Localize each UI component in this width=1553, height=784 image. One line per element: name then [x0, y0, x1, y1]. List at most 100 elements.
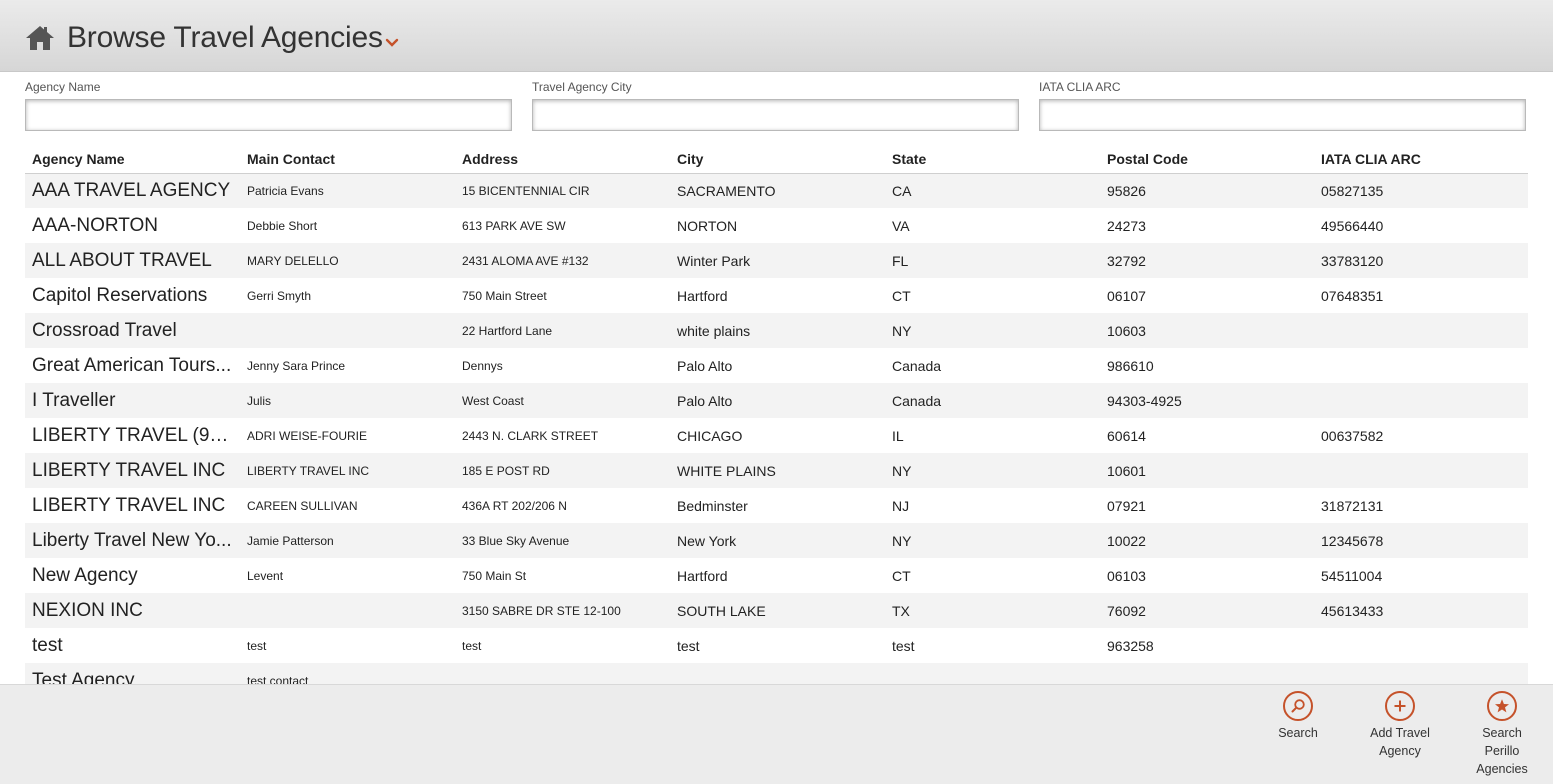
- cell-iata: 00637582: [1314, 418, 1528, 453]
- cell-city: Palo Alto: [670, 348, 885, 383]
- search-icon-circle: [1283, 691, 1313, 721]
- cell-state: NY: [885, 523, 1100, 558]
- table-row[interactable]: Crossroad Travel 22 Hartford Lane white pl…: [25, 313, 1528, 348]
- cell-iata: 45613433: [1314, 593, 1528, 628]
- table-row[interactable]: Great American Tours... Jenny Sara Prince…: [25, 348, 1528, 383]
- city-input[interactable]: [532, 99, 1019, 131]
- add-travel-agency-label: Add Travel Agency: [1355, 724, 1445, 760]
- cell-address: 750 Main Street: [455, 278, 670, 313]
- city-filter: Travel Agency City: [532, 79, 1019, 131]
- cell-city: SOUTH LAKE: [670, 593, 885, 628]
- filter-bar: Agency Name Travel Agency City IATA CLIA…: [25, 79, 1527, 133]
- cell-postal-code: 06107: [1100, 278, 1314, 313]
- cell-city: NORTON: [670, 208, 885, 243]
- cell-address: Dennys: [455, 348, 670, 383]
- cell-address: West Coast: [455, 383, 670, 418]
- add-travel-agency-button[interactable]: Add Travel Agency: [1355, 691, 1445, 760]
- cell-main-contact: test: [240, 628, 455, 663]
- cell-iata: 49566440: [1314, 208, 1528, 243]
- cell-main-contact: MARY DELELLO: [240, 243, 455, 278]
- cell-state: [885, 663, 1100, 684]
- table-row[interactable]: LIBERTY TRAVEL INC CAREEN SULLIVAN 436A RT…: [25, 488, 1528, 523]
- cell-state: FL: [885, 243, 1100, 278]
- agency-table: Agency Name Main Contact Address City St…: [25, 146, 1528, 684]
- table-row[interactable]: I Traveller Julis West Coast Palo Alto Canad…: [25, 383, 1528, 418]
- cell-iata: 33783120: [1314, 243, 1528, 278]
- cell-main-contact: Levent: [240, 558, 455, 593]
- cell-postal-code: 60614: [1100, 418, 1314, 453]
- cell-postal-code: 10601: [1100, 453, 1314, 488]
- table-row[interactable]: test test test test test 963258: [25, 628, 1528, 663]
- cell-state: NY: [885, 453, 1100, 488]
- page-title: Browse Travel Agencies: [67, 21, 383, 54]
- cell-iata: 05827135: [1314, 173, 1528, 208]
- column-header-iata[interactable]: IATA CLIA ARC: [1314, 146, 1528, 174]
- chevron-down-icon[interactable]: [385, 38, 399, 48]
- table-row[interactable]: AAA TRAVEL AGENCY Patricia Evans 15 BICENT…: [25, 173, 1528, 208]
- table-row[interactable]: Test Agency test contact: [25, 663, 1528, 684]
- cell-iata: [1314, 453, 1528, 488]
- cell-state: CT: [885, 558, 1100, 593]
- cell-agency-name: Liberty Travel New Yo...: [25, 523, 240, 558]
- table-row[interactable]: Capitol Reservations Gerri Smyth 750 Main …: [25, 278, 1528, 313]
- cell-state: test: [885, 628, 1100, 663]
- cell-main-contact: test contact: [240, 663, 455, 684]
- agency-name-label: Agency Name: [25, 80, 101, 94]
- plus-icon-circle: [1385, 691, 1415, 721]
- cell-address: 2431 ALOMA AVE #132: [455, 243, 670, 278]
- column-header-state[interactable]: State: [885, 146, 1100, 174]
- cell-main-contact: LIBERTY TRAVEL INC: [240, 453, 455, 488]
- cell-address: 2443 N. CLARK STREET: [455, 418, 670, 453]
- cell-agency-name: New Agency: [25, 558, 240, 593]
- cell-agency-name: LIBERTY TRAVEL INC: [25, 453, 240, 488]
- search-button[interactable]: Search: [1253, 691, 1343, 742]
- table-row[interactable]: LIBERTY TRAVEL (988) ADRI WEISE-FOURIE 244…: [25, 418, 1528, 453]
- cell-city: [670, 663, 885, 684]
- cell-main-contact: Jenny Sara Prince: [240, 348, 455, 383]
- column-header-address[interactable]: Address: [455, 146, 670, 174]
- cell-agency-name: LIBERTY TRAVEL (988): [25, 418, 240, 453]
- cell-agency-name: AAA TRAVEL AGENCY: [25, 173, 240, 208]
- cell-main-contact: ADRI WEISE-FOURIE: [240, 418, 455, 453]
- table-row[interactable]: AAA-NORTON Debbie Short 613 PARK AVE SW NOR…: [25, 208, 1528, 243]
- cell-state: NJ: [885, 488, 1100, 523]
- column-header-city[interactable]: City: [670, 146, 885, 174]
- table-row[interactable]: Liberty Travel New Yo... Jamie Patterson 3…: [25, 523, 1528, 558]
- cell-city: Bedminster: [670, 488, 885, 523]
- cell-iata: [1314, 348, 1528, 383]
- cell-main-contact: CAREEN SULLIVAN: [240, 488, 455, 523]
- action-bar: Search Add Travel Agency Search Perillo …: [0, 684, 1553, 784]
- search-perillo-label: Search Perillo Agencies: [1457, 724, 1547, 778]
- cell-main-contact: Gerri Smyth: [240, 278, 455, 313]
- cell-agency-name: Great American Tours...: [25, 348, 240, 383]
- table-row[interactable]: ALL ABOUT TRAVEL MARY DELELLO 2431 ALOMA A…: [25, 243, 1528, 278]
- cell-city: CHICAGO: [670, 418, 885, 453]
- agency-name-input[interactable]: [25, 99, 512, 131]
- add-label-line-2: Agency: [1379, 744, 1421, 758]
- column-header-main-contact[interactable]: Main Contact: [240, 146, 455, 174]
- cell-city: white plains: [670, 313, 885, 348]
- table-row[interactable]: LIBERTY TRAVEL INC LIBERTY TRAVEL INC 185 …: [25, 453, 1528, 488]
- cell-address: 33 Blue Sky Avenue: [455, 523, 670, 558]
- iata-filter: IATA CLIA ARC: [1039, 79, 1526, 131]
- cell-postal-code: 24273: [1100, 208, 1314, 243]
- search-perillo-agencies-button[interactable]: Search Perillo Agencies: [1457, 691, 1547, 778]
- cell-state: Canada: [885, 348, 1100, 383]
- iata-input[interactable]: [1039, 99, 1526, 131]
- column-header-agency-name[interactable]: Agency Name: [25, 146, 240, 174]
- table-row[interactable]: NEXION INC 3150 SABRE DR STE 12-100 SOUTH …: [25, 593, 1528, 628]
- table-row[interactable]: New Agency Levent 750 Main St Hartford CT 061…: [25, 558, 1528, 593]
- column-header-postal-code[interactable]: Postal Code: [1100, 146, 1314, 174]
- star-icon-circle: [1487, 691, 1517, 721]
- cell-city: test: [670, 628, 885, 663]
- cell-agency-name: ALL ABOUT TRAVEL: [25, 243, 240, 278]
- cell-iata: 07648351: [1314, 278, 1528, 313]
- perillo-label-line-3: Agencies: [1476, 762, 1528, 776]
- cell-city: SACRAMENTO: [670, 173, 885, 208]
- cell-agency-name: NEXION INC: [25, 593, 240, 628]
- star-icon: [1495, 699, 1509, 713]
- home-icon[interactable]: [25, 25, 55, 51]
- cell-iata: 54511004: [1314, 558, 1528, 593]
- cell-main-contact: Julis: [240, 383, 455, 418]
- cell-state: CA: [885, 173, 1100, 208]
